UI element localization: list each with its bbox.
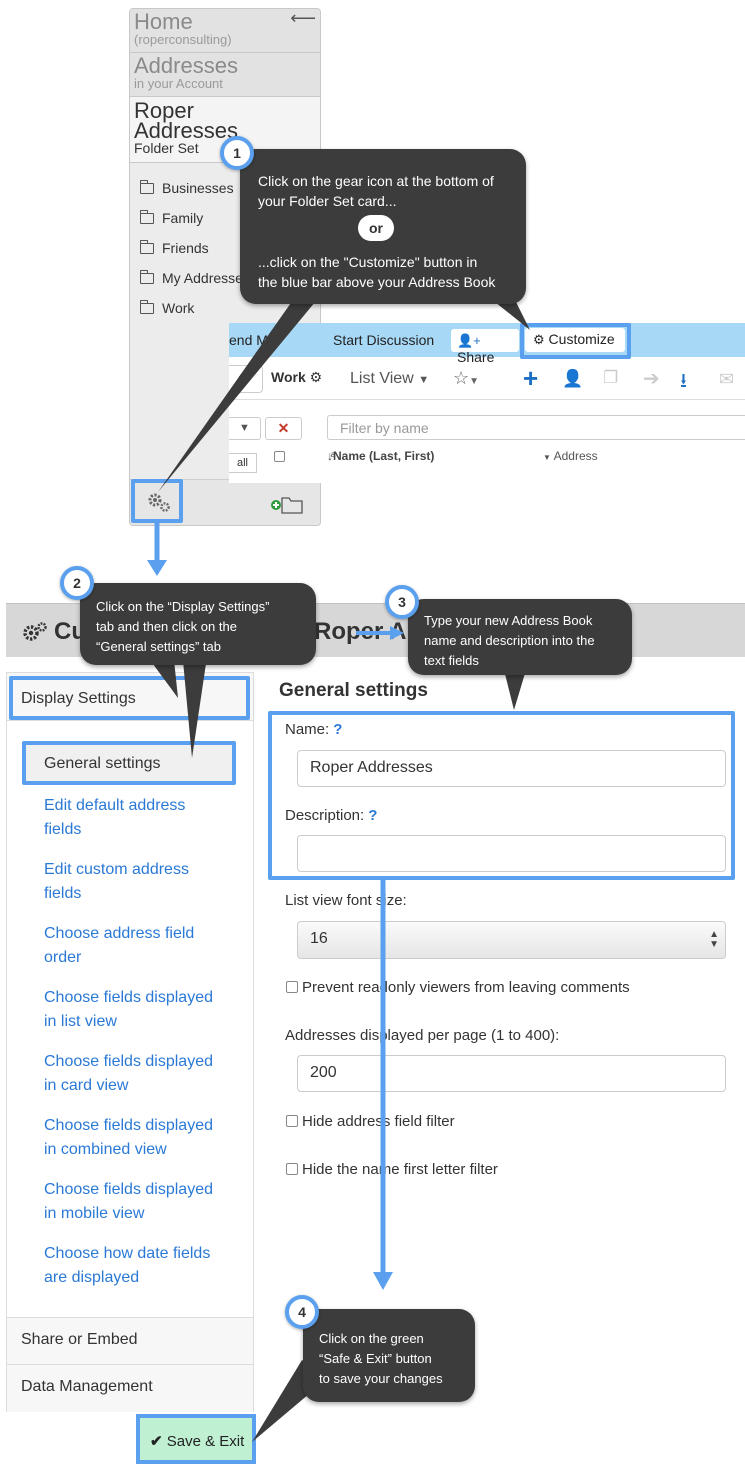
callout-pointer xyxy=(158,290,530,492)
section-title: General settings xyxy=(279,680,428,701)
callout-4-line3: to save your changes xyxy=(319,1371,443,1386)
nav-fields-mobile-view[interactable]: Choose fields displayed in mobile view xyxy=(44,1178,244,1226)
nav-line: Choose fields displayed xyxy=(44,1053,213,1070)
callout-1-or: or xyxy=(358,215,394,241)
callout-2-line1: Click on the “Display Settings” xyxy=(96,599,270,614)
callout-1-line3: ...click on the "Customize" button in xyxy=(258,254,478,270)
callout-pointer xyxy=(150,660,178,698)
check-icon: ✔ xyxy=(150,1433,163,1450)
step-3-badge: 3 xyxy=(385,585,419,619)
breadcrumb-home[interactable]: Home (roperconsulting) ⟵ xyxy=(130,9,320,53)
nav-line: fields xyxy=(44,885,82,902)
nav-line: Choose address field xyxy=(44,925,195,942)
nav-fields-list-view[interactable]: Choose fields displayed in list view xyxy=(44,986,244,1034)
folder-item-businesses[interactable]: Businesses xyxy=(140,180,234,196)
folder-item-family[interactable]: Family xyxy=(140,210,203,226)
callout-2: Click on the “Display Settings” tab and … xyxy=(80,583,316,665)
checkbox-box[interactable] xyxy=(286,1115,298,1127)
step-4-badge: 4 xyxy=(285,1295,319,1329)
nav-edit-custom-address-fields[interactable]: Edit custom address fields xyxy=(44,858,244,906)
per-page-label: Addresses displayed per page (1 to 400): xyxy=(285,1027,560,1044)
name-description-highlight xyxy=(268,711,735,880)
callout-2-line3: “General settings” tab xyxy=(96,639,222,654)
save-exit-label: Save & Exit xyxy=(166,1433,245,1450)
nav-fields-card-view[interactable]: Choose fields displayed in card view xyxy=(44,1050,244,1098)
callout-3-line1: Type your new Address Book xyxy=(424,613,593,628)
gears-icon xyxy=(23,622,47,641)
save-exit-button[interactable]: ✔ Save & Exit xyxy=(136,1414,256,1464)
email-icon[interactable]: ✉ xyxy=(719,369,734,390)
folder-icon xyxy=(140,210,154,224)
connector-arrow-icon xyxy=(147,520,167,576)
nav-fields-combined-view[interactable]: Choose fields displayed in combined view xyxy=(44,1114,244,1162)
prevent-readonly-label: Prevent readonly viewers from leaving co… xyxy=(302,979,630,996)
nav-line: in list view xyxy=(44,1013,117,1030)
folder-label: Friends xyxy=(162,240,209,256)
nav-line: in combined view xyxy=(44,1141,167,1158)
select-arrows-icon: ▲ ▼ xyxy=(709,929,719,950)
display-settings-highlight xyxy=(9,676,250,720)
callout-3: Type your new Address Book name and desc… xyxy=(408,599,632,675)
nav-line: Choose fields displayed xyxy=(44,1117,213,1134)
addresses-subtitle: in your Account xyxy=(134,76,223,91)
addresses-title: Addresses xyxy=(134,53,238,78)
folder-label: Businesses xyxy=(162,180,234,196)
prevent-readonly-checkbox[interactable]: Prevent readonly viewers from leaving co… xyxy=(286,979,630,996)
callout-1-line4: the blue bar above your Address Book xyxy=(258,274,496,290)
checkbox-box[interactable] xyxy=(286,981,298,993)
nav-line: are displayed xyxy=(44,1269,140,1286)
nav-line: order xyxy=(44,949,82,966)
checkbox-box[interactable] xyxy=(286,1163,298,1175)
collapse-arrow-icon[interactable]: ⟵ xyxy=(290,9,316,27)
nav-choose-address-field-order[interactable]: Choose address field order xyxy=(44,922,244,970)
home-title: Home xyxy=(134,9,193,34)
move-arrow-icon[interactable]: ➔ xyxy=(643,366,660,391)
callout-pointer xyxy=(182,650,208,758)
callout-pointer xyxy=(504,670,526,710)
callout-3-line2: name and description into the xyxy=(424,633,595,648)
tab-share-or-embed[interactable]: Share or Embed xyxy=(7,1317,253,1365)
breadcrumb-addresses[interactable]: Addresses in your Account xyxy=(130,53,320,97)
nav-line: Choose fields displayed xyxy=(44,989,213,1006)
connector-arrow-icon xyxy=(356,626,404,640)
nav-line: fields xyxy=(44,821,82,838)
caret-small-icon: ▼ xyxy=(543,453,551,462)
nav-line: Edit default address xyxy=(44,797,186,814)
nav-line: in card view xyxy=(44,1077,129,1094)
callout-1: Click on the gear icon at the bottom of … xyxy=(240,149,526,304)
nav-line: Choose how date fields xyxy=(44,1245,211,1262)
nav-date-fields-display[interactable]: Choose how date fields are displayed xyxy=(44,1242,244,1290)
folder-item-friends[interactable]: Friends xyxy=(140,240,209,256)
callout-1-line1: Click on the gear icon at the bottom of xyxy=(258,173,494,189)
nav-line: Choose fields displayed xyxy=(44,1181,213,1198)
add-contact-icon[interactable]: 👤 xyxy=(562,369,583,389)
folder-set-title-line2: Addresses xyxy=(134,118,238,143)
download-icon[interactable]: ⭳ xyxy=(680,366,687,400)
font-size-select[interactable]: 16 ▲ ▼ xyxy=(297,921,726,959)
callout-4: Click on the green “Safe & Exit” button … xyxy=(303,1309,475,1402)
per-page-input[interactable]: 200 xyxy=(297,1055,726,1092)
tab-data-management[interactable]: Data Management xyxy=(7,1364,253,1412)
nav-line: Edit custom address xyxy=(44,861,189,878)
nav-line: in mobile view xyxy=(44,1205,145,1222)
customize-highlight xyxy=(520,323,631,359)
callout-4-line2: “Safe & Exit” button xyxy=(319,1351,432,1366)
copy-icon[interactable]: ❐ xyxy=(603,368,618,388)
column-header-address-label: Address xyxy=(553,449,598,463)
home-subtitle: (roperconsulting) xyxy=(134,32,232,47)
column-header-address[interactable]: ▼ Address xyxy=(543,449,598,463)
callout-1-line2: your Folder Set card... xyxy=(258,193,397,209)
folder-icon xyxy=(140,180,154,194)
nav-edit-default-address-fields[interactable]: Edit default address fields xyxy=(44,794,244,842)
callout-3-line3: text fields xyxy=(424,653,479,668)
step-1-badge: 1 xyxy=(220,136,254,170)
connector-arrow-icon xyxy=(373,878,393,1290)
step-2-badge: 2 xyxy=(60,566,94,600)
callout-4-line1: Click on the green xyxy=(319,1331,424,1346)
folder-icon xyxy=(140,240,154,254)
callout-2-line2: tab and then click on the xyxy=(96,619,237,634)
font-size-value: 16 xyxy=(310,930,328,947)
folder-label: Family xyxy=(162,210,204,226)
